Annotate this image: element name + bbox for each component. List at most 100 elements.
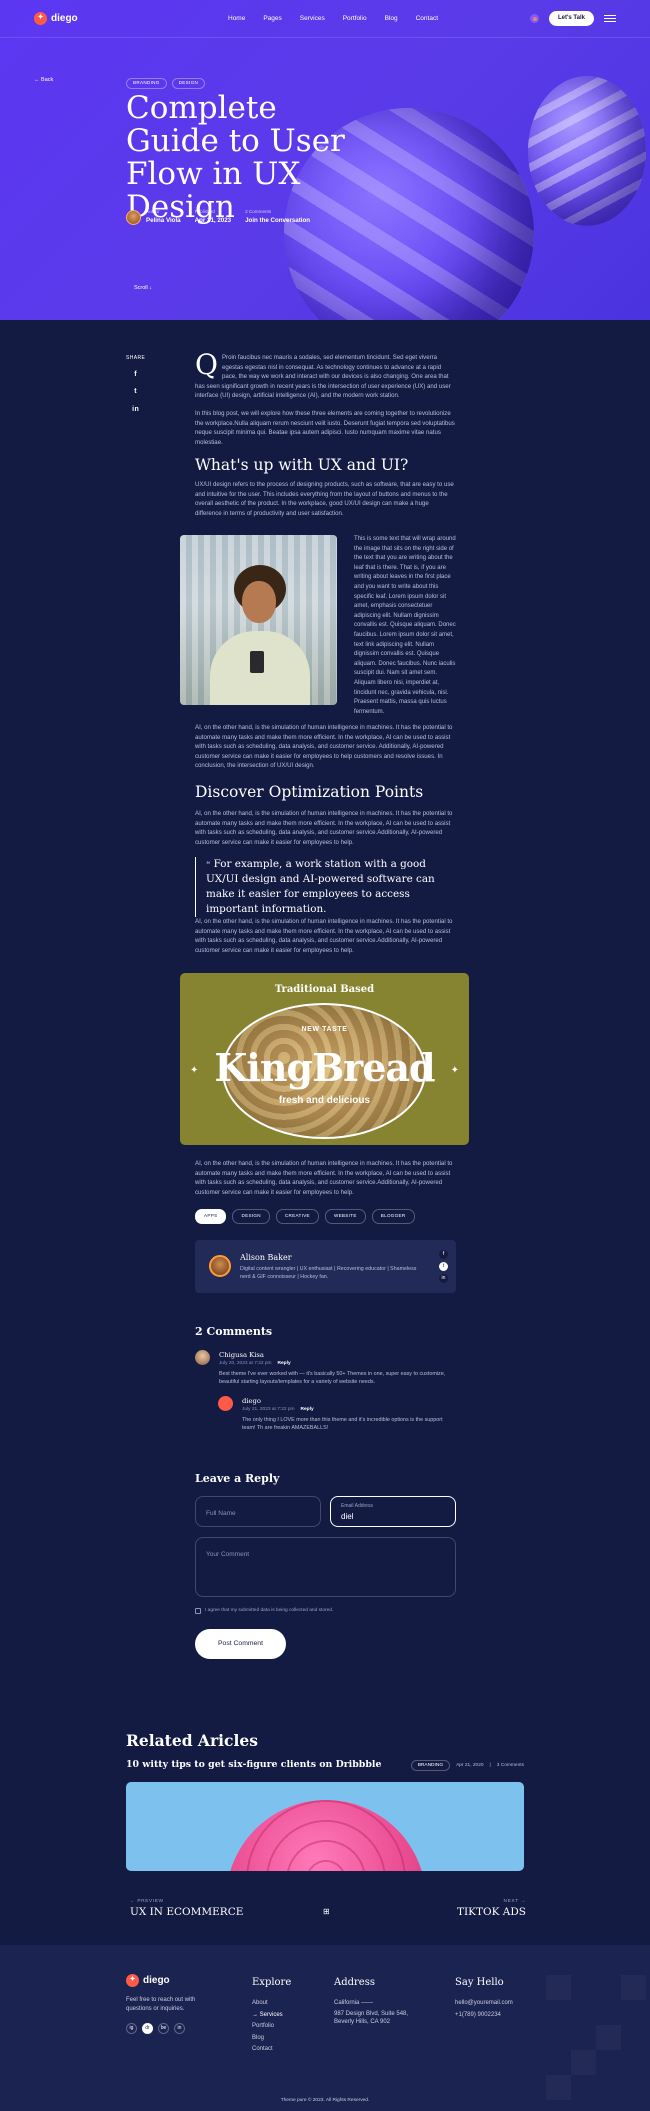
post-tag[interactable]: BLOGGER [371,1209,415,1224]
quote-text: For example, a work station with a good … [206,858,435,915]
nav-link-contact[interactable]: Contact [416,14,438,24]
post-tag[interactable]: DESIGN [232,1209,270,1224]
footer-link[interactable]: → Services [252,2010,291,2022]
facebook-icon[interactable]: f [439,1250,448,1259]
nav-link-portfolio[interactable]: Portfolio [343,14,367,24]
linkedin-icon[interactable]: in [174,2023,185,2034]
intro-text: Proin faucibus nec mauris a sodales, sed… [195,354,451,399]
footer-address: Address California —— 987 Design Blvd, S… [334,1975,408,2026]
full-name-field[interactable]: Full Name [195,1496,321,1527]
nav-link-home[interactable]: Home [228,14,245,24]
post-tag[interactable]: WEBSITE [324,1209,366,1224]
consent-row: I agree that my submitted data is being … [195,1607,333,1614]
email-label: Email Address [341,1503,373,1509]
twitter-icon[interactable]: t [439,1262,448,1271]
footer-explore-heading: Explore [252,1977,292,1988]
paragraph: AI, on the other hand, is the simulation… [195,918,453,954]
top-nav: ✦ diego Home Pages Services Portfolio Bl… [0,0,650,38]
grid-icon[interactable]: ⊞ [323,1906,331,1916]
next-label: NEXT [503,1899,519,1904]
banner-new-taste: NEW TASTE [301,1026,348,1033]
contact-email[interactable]: hello@youremail.com [455,1998,513,2010]
blockquote: ❝ For example, a work station with a goo… [195,857,457,917]
lets-talk-button[interactable]: Let's Talk [549,11,594,26]
logo-mark-icon: ✦ [126,1974,139,1987]
wrap-text: This is some text that will wrap around … [354,536,456,715]
facebook-icon[interactable]: f [134,370,137,381]
related-date: Apr 21, 2020 [456,1763,484,1768]
email-field[interactable]: Email Address diel [330,1496,456,1527]
related-comments: 3 Comments [496,1763,524,1768]
paragraph: AI, on the other hand, is the simulation… [195,724,453,769]
linkedin-icon[interactable]: in [132,405,139,416]
nav-link-services[interactable]: Services [300,14,325,24]
post-tag[interactable]: APPS [195,1209,227,1224]
published-date: Apr 21, 2023 [194,216,232,224]
consent-checkbox[interactable] [195,1607,201,1614]
prev-post-link[interactable]: ← PREVIEW UX IN ECOMMERCE [130,1898,243,1921]
logo[interactable]: ✦ diego [34,11,78,26]
footer-desc: Feel free to reach out with questions or… [126,1997,196,2012]
contact-phone[interactable]: +1(789) 9002234 [455,2010,513,2022]
behance-icon[interactable]: be [158,2023,169,2034]
post-tags: APPS DESIGN CREATIVE WEBSITE BLOGGER [195,1209,415,1224]
reply-button[interactable]: Reply [301,1407,314,1412]
author-avatar [126,209,141,225]
footer-link[interactable]: Portfolio [252,2021,291,2033]
copyright: Theme pure © 2023. All Rights Reserved. [280,2098,370,2103]
post-comment-button[interactable]: Post Comment [195,1629,286,1659]
banner-brand: KingBread [214,1045,435,1090]
hero-tags: BRANDING DESIGN [126,78,206,89]
author-box-name[interactable]: Alison Baker [240,1252,292,1264]
next-post-link[interactable]: NEXT → TIKTOK ADS [457,1898,526,1921]
nav-link-blog[interactable]: Blog [385,14,398,24]
author-label: Author [146,209,160,214]
paragraph: AI, on the other hand, is the simulation… [195,810,453,846]
article-photo [180,535,337,705]
footer-link[interactable]: About [252,1998,291,2010]
footer-link[interactable]: Blog [252,2033,291,2045]
share-label: SHARE [126,355,146,361]
linkedin-icon[interactable]: in [439,1274,448,1283]
related-heading: Related Aricles [126,1731,258,1750]
scroll-indicator[interactable]: Scroll ↓ [134,284,152,292]
commenter-name: diego [242,1397,261,1405]
instagram-icon[interactable]: ig [126,2023,137,2034]
logo-text: diego [51,13,78,24]
drop-cap: Q [195,348,218,381]
commenter-avatar [218,1396,233,1411]
comment-text: The only thing I LOVE more than this the… [242,1417,443,1432]
menu-icon[interactable] [604,15,616,22]
dribbble-icon[interactable]: dr [142,2023,153,2034]
comment-date: July 20, 2023 at 7:22 pm Reply [219,1360,291,1367]
prev-title: UX IN ECOMMERCE [130,1906,244,1919]
back-link[interactable]: ← Back [34,76,53,84]
author-name[interactable]: Pelina Viola [146,216,181,225]
hero-tag[interactable]: DESIGN [171,78,206,89]
related-tag[interactable]: BRANDING [410,1760,451,1772]
next-title: TIKTOK ADS [457,1906,526,1919]
related-post-image[interactable] [126,1782,524,1871]
hero-tag[interactable]: BRANDING [126,78,167,89]
join-conversation-link[interactable]: Join the Conversation [245,216,310,225]
scroll-label: Scroll [134,285,148,291]
related-post-title[interactable]: 10 witty tips to get six-figure clients … [126,1758,381,1772]
paragraph: UX/UI design refers to the process of de… [195,481,454,517]
hero: ✦ diego Home Pages Services Portfolio Bl… [0,0,650,320]
full-name-placeholder: Full Name [206,1510,236,1517]
post-tag[interactable]: CREATIVE [275,1209,319,1224]
footer-logo-text: diego [143,1975,170,1986]
commenter-avatar [195,1350,210,1365]
theme-toggle-icon[interactable] [530,14,539,23]
comment-textarea[interactable]: Your Comment [195,1537,456,1597]
logo-mark-icon: ✦ [34,12,47,25]
twitter-icon[interactable]: t [134,387,137,398]
section-heading: Discover Optimization Points [195,783,424,801]
footer-logo[interactable]: ✦ diego [126,1973,170,1988]
footer-explore: Explore About → Services Portfolio Blog … [252,1975,291,2056]
footer-link[interactable]: Contact [252,2044,291,2056]
post-meta: Author Pelina Viola Published Apr 21, 20… [126,209,310,225]
nav-link-pages[interactable]: Pages [263,14,281,24]
consent-label: I agree that my submitted data is being … [205,1608,334,1613]
reply-button[interactable]: Reply [278,1361,291,1366]
